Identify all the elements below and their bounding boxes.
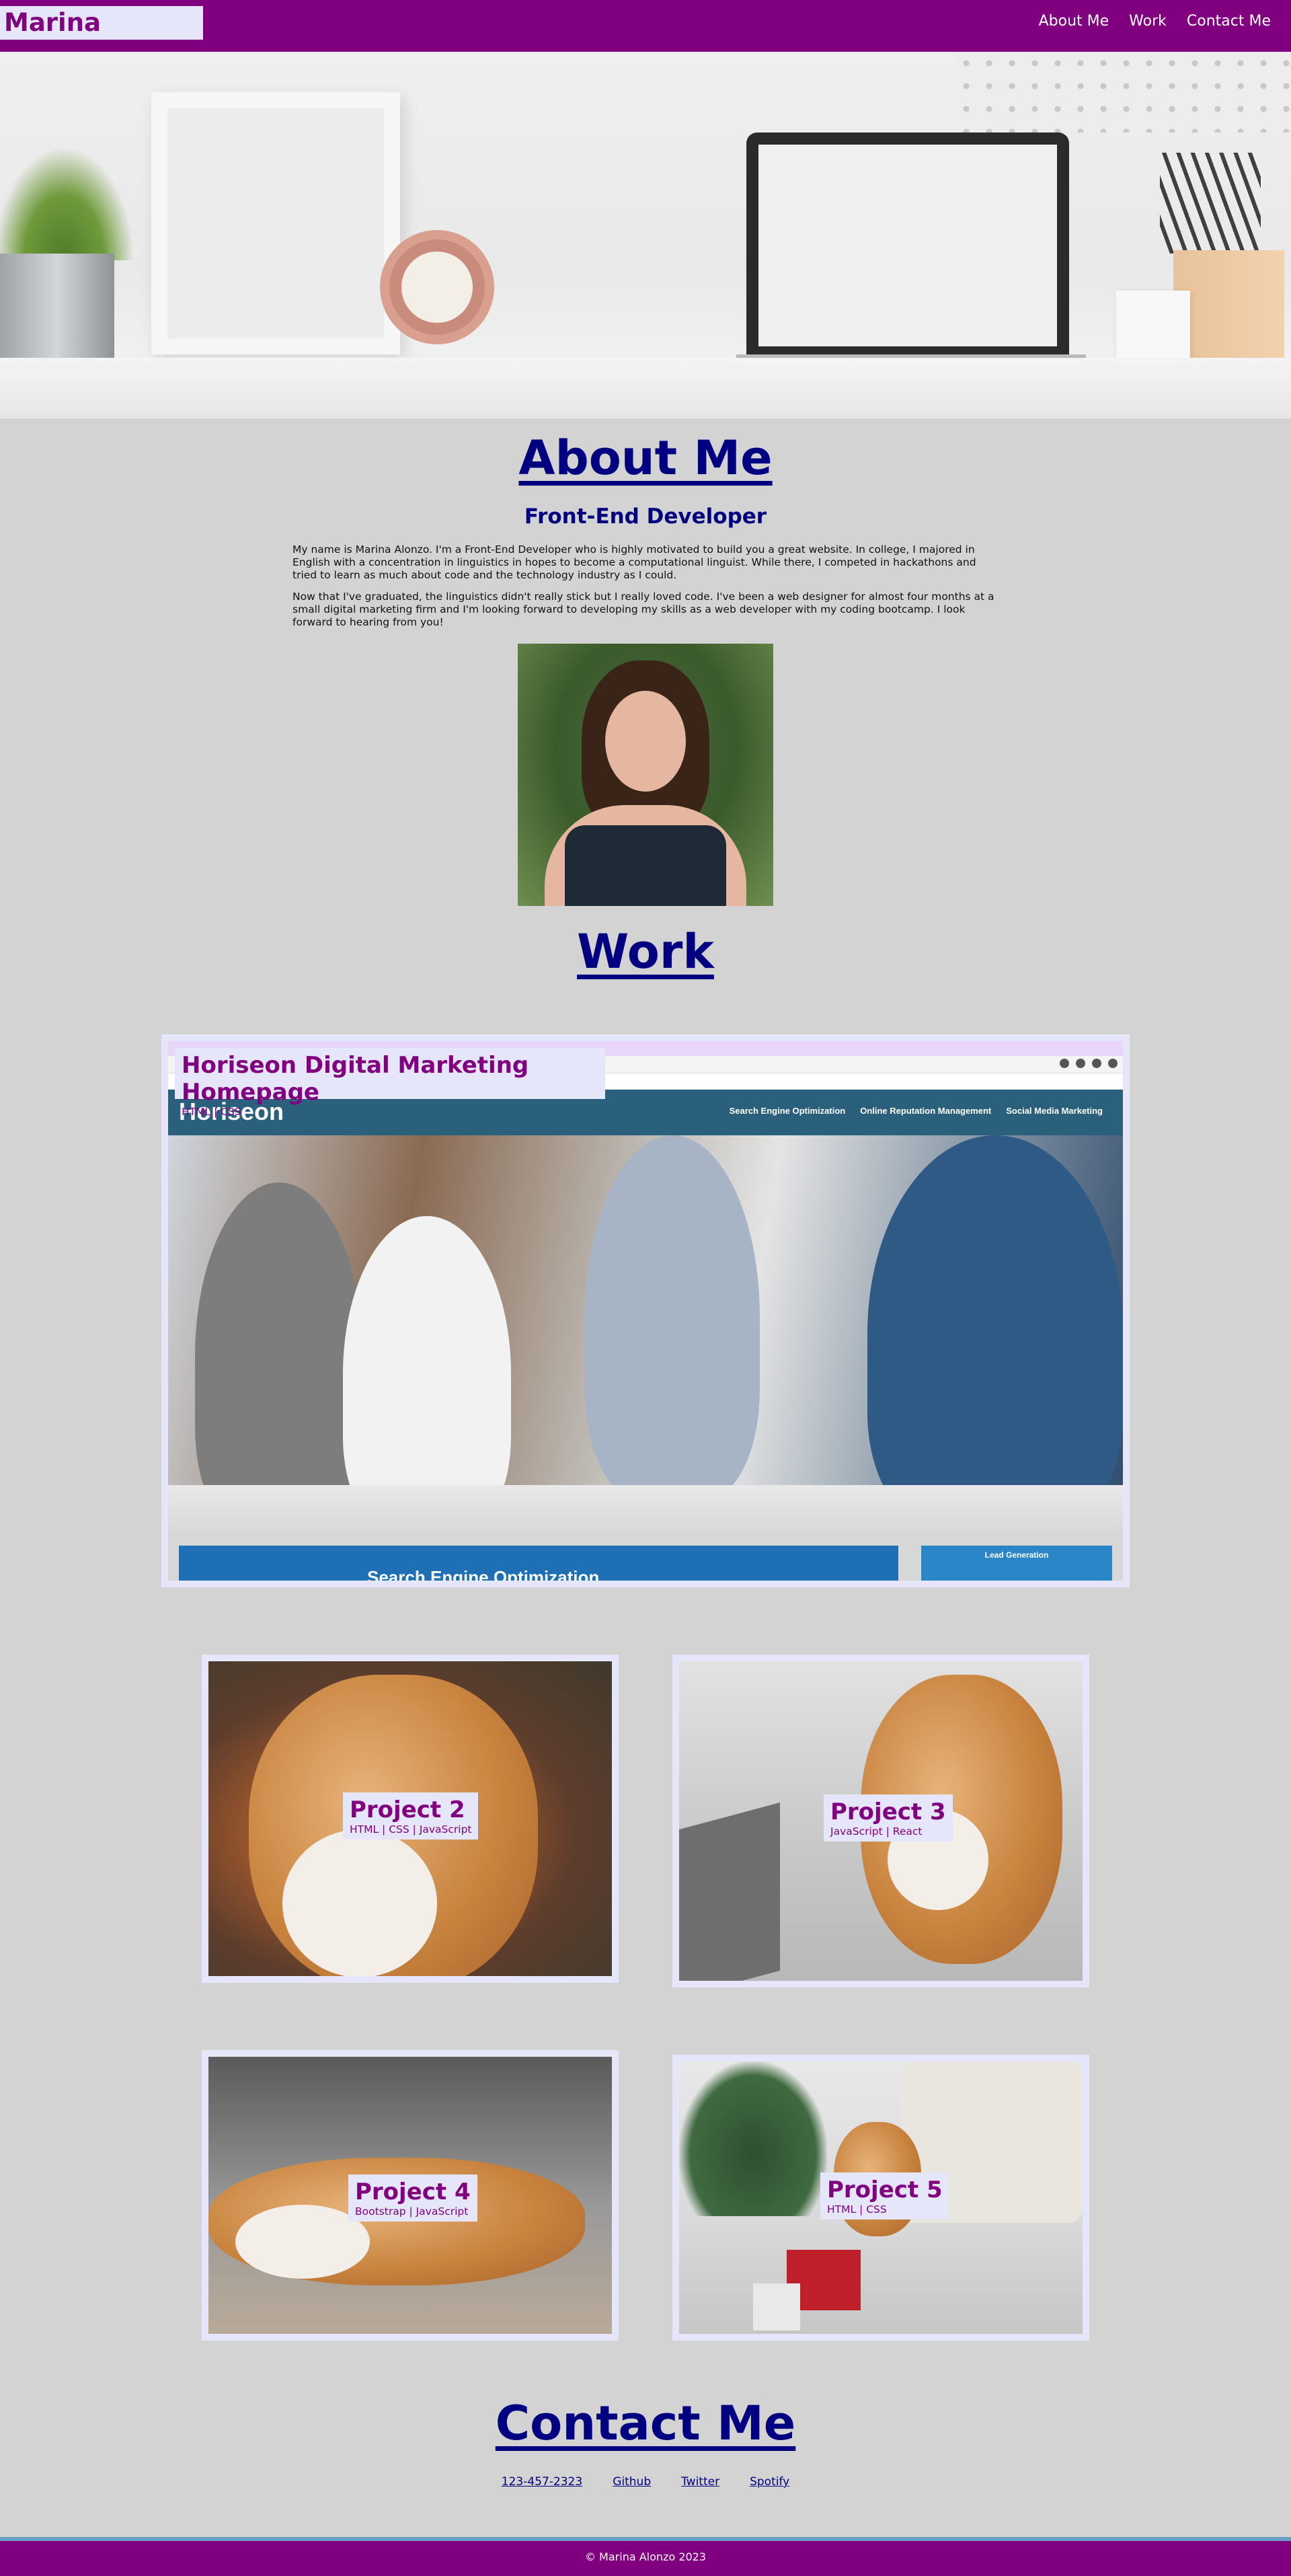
about-paragraph: Now that I've graduated, the linguistics… xyxy=(292,591,994,628)
project-title[interactable]: Project 4 xyxy=(355,2179,471,2205)
horiseon-nav-item: Online Reputation Management xyxy=(860,1106,992,1116)
nav-link-about[interactable]: About Me xyxy=(1039,12,1109,31)
desk-surface xyxy=(0,358,1291,418)
nav-link-work[interactable]: Work xyxy=(1129,12,1167,31)
plant-pot xyxy=(0,254,114,365)
contact-spotify-link[interactable]: Spotify xyxy=(750,2475,789,2489)
featured-project-card[interactable]: Horiseon Search Engine Optimization Onli… xyxy=(161,1034,1130,1587)
contact-heading: Contact Me xyxy=(495,2396,796,2451)
main-nav: About Me Work Contact Me xyxy=(1039,12,1271,31)
horiseon-nav-item: Search Engine Optimization xyxy=(729,1106,846,1116)
footer-divider xyxy=(0,2537,1291,2541)
footer-copyright: © Marina Alonzo 2023 xyxy=(584,2550,707,2563)
horiseon-seo-banner: Search Engine Optimization xyxy=(179,1546,898,1581)
pencils xyxy=(1160,153,1261,254)
work-heading: Work xyxy=(577,924,714,979)
contact-links: 123-457-2323 Github Twitter Spotify xyxy=(0,2475,1291,2489)
horiseon-hero-photo xyxy=(168,1135,1123,1532)
plant xyxy=(0,146,134,260)
profile-photo xyxy=(518,644,773,906)
horiseon-lead-box: Lead Generation xyxy=(921,1546,1112,1581)
project-tech: JavaScript | React xyxy=(830,1825,923,1838)
contact-github-link[interactable]: Github xyxy=(613,2475,651,2489)
project-title[interactable]: Project 2 xyxy=(350,1796,471,1823)
top-navbar: Marina Alonzo About Me Work Contact Me xyxy=(0,0,1291,71)
about-paragraph: My name is Marina Alonzo. I'm a Front-En… xyxy=(292,543,976,581)
project-label: Project 5 HTML | CSS xyxy=(820,2172,949,2220)
project-card[interactable]: Project 2 HTML | CSS | JavaScript xyxy=(202,1655,619,1983)
alarm-clock xyxy=(380,230,494,344)
pegboard xyxy=(955,52,1291,132)
project-tech: HTML | CSS xyxy=(827,2203,887,2215)
horiseon-nav-item: Social Media Marketing xyxy=(1006,1106,1103,1116)
contact-phone-link[interactable]: 123-457-2323 xyxy=(502,2475,582,2489)
featured-project-label: Horiseon Digital Marketing Homepage HTML… xyxy=(175,1048,605,1118)
about-subtitle: Front-End Developer xyxy=(524,504,767,529)
project-tech: Bootstrap | JavaScript xyxy=(355,2205,469,2218)
project-image: Project 5 HTML | CSS xyxy=(679,2061,1083,2334)
project-tech: HTML | CSS | JavaScript xyxy=(350,1823,472,1835)
site-footer: © Marina Alonzo 2023 xyxy=(0,2537,1291,2576)
contact-twitter-link[interactable]: Twitter xyxy=(681,2475,719,2489)
project-card[interactable]: Project 5 HTML | CSS xyxy=(672,2055,1089,2341)
browser-icon xyxy=(1092,1059,1101,1068)
picture-frame xyxy=(151,92,400,354)
hero-desk-image xyxy=(0,52,1291,418)
project-tech: HTML | CSS xyxy=(182,1106,241,1118)
project-image: Project 2 HTML | CSS | JavaScript xyxy=(208,1661,612,1976)
featured-project-image: Horiseon Search Engine Optimization Onli… xyxy=(168,1041,1123,1581)
browser-icon xyxy=(1060,1059,1069,1068)
browser-icon xyxy=(1108,1059,1118,1068)
project-card[interactable]: Project 3 JavaScript | React xyxy=(672,1655,1089,1987)
laptop-screen xyxy=(758,145,1057,346)
nav-link-contact[interactable]: Contact Me xyxy=(1187,12,1271,31)
horiseon-lower-section: Search Engine Optimization Lead Generati… xyxy=(168,1532,1123,1581)
project-card[interactable]: Project 4 Bootstrap | JavaScript xyxy=(202,2050,619,2341)
laptop xyxy=(746,132,1069,361)
project-title[interactable]: Project 5 xyxy=(827,2176,943,2203)
project-image: Project 3 JavaScript | React xyxy=(679,1661,1083,1981)
horiseon-nav: Search Engine Optimization Online Reputa… xyxy=(730,1106,1103,1116)
project-label: Project 2 HTML | CSS | JavaScript xyxy=(343,1792,479,1840)
project-image: Project 4 Bootstrap | JavaScript xyxy=(208,2057,612,2334)
about-heading: About Me xyxy=(518,430,773,486)
browser-icon xyxy=(1076,1059,1085,1068)
project-label: Project 4 Bootstrap | JavaScript xyxy=(348,2174,477,2222)
project-label: Project 3 JavaScript | React xyxy=(824,1794,953,1842)
project-title[interactable]: Horiseon Digital Marketing Homepage xyxy=(182,1052,598,1106)
site-brand[interactable]: Marina Alonzo xyxy=(0,6,203,71)
project-title[interactable]: Project 3 xyxy=(830,1798,946,1825)
clock-face xyxy=(401,252,473,323)
